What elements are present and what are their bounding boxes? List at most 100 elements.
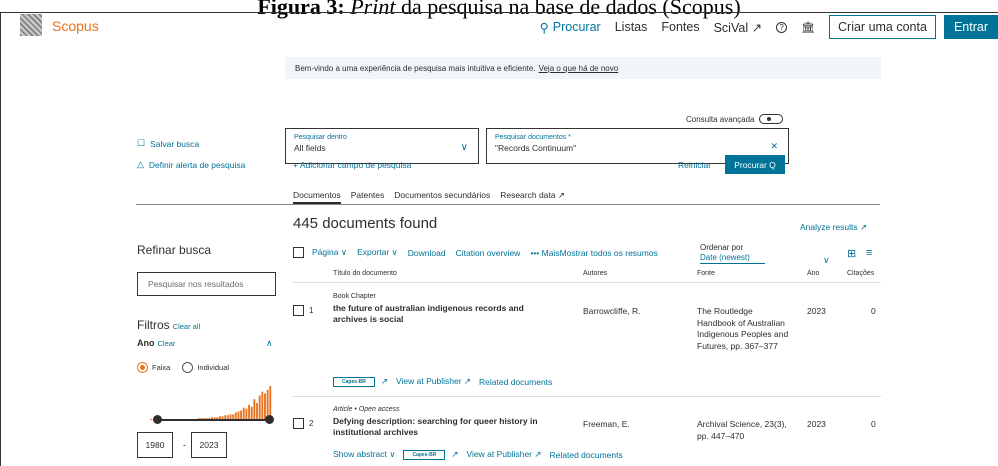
citation-count: 0	[871, 419, 876, 429]
related-documents-link[interactable]: Related documents	[479, 377, 552, 387]
sort-by[interactable]: Ordenar por Date (newest)	[700, 243, 765, 264]
histogram-bar	[256, 403, 258, 420]
row-number: 1	[309, 306, 314, 315]
year-filter-label: Ano Clear	[137, 338, 176, 348]
doc-title-link[interactable]: Defying description: searching for queer…	[333, 416, 555, 438]
year-to-input[interactable]: 2023	[191, 432, 227, 458]
filters-title: Filtros Clear all	[137, 318, 201, 332]
col-citations[interactable]: Citações	[847, 270, 874, 277]
nav-lists[interactable]: Listas	[615, 20, 648, 34]
row-checkbox[interactable]	[293, 305, 304, 316]
header-divider	[293, 282, 881, 283]
clear-all-link[interactable]: Clear all	[173, 322, 201, 331]
related-documents-link[interactable]: Related documents	[550, 450, 623, 460]
list-view-icon[interactable]: ≡	[866, 247, 872, 259]
scopus-brand[interactable]: Scopus	[52, 18, 99, 34]
col-authors[interactable]: Autores	[583, 270, 607, 277]
histogram-bar	[150, 419, 152, 420]
source-title[interactable]: Archival Science, 23(3), pp. 447–470	[697, 419, 797, 442]
refine-search-input[interactable]: Pesquisar nos resultados	[137, 272, 276, 296]
doc-type: Article • Open access	[333, 406, 400, 413]
result-tabs: Documentos Patentes Documentos secundári…	[293, 190, 575, 204]
row-links: Capes-BR ↗ View at Publisher ↗ Related d…	[333, 376, 560, 387]
show-all-abstracts[interactable]: Mostrar todos os resumos	[560, 248, 658, 258]
chevron-down-icon[interactable]: ∨	[823, 255, 830, 266]
create-account-button[interactable]: Criar uma conta	[829, 15, 936, 39]
year-histogram	[150, 386, 272, 420]
histogram-bar	[253, 399, 256, 420]
refine-title: Refinar busca	[137, 243, 212, 257]
whats-new-link[interactable]: Veja o que há de novo	[539, 64, 619, 73]
year-from-input[interactable]: 1980	[137, 432, 173, 458]
tab-research-data[interactable]: Research data ↗	[500, 190, 565, 204]
nav-scival[interactable]: SciVal ↗	[714, 20, 762, 35]
results-count: 445 documents found	[293, 215, 438, 232]
tab-patents[interactable]: Patentes	[351, 190, 385, 204]
year-mode-radios: Faixa Individual	[137, 362, 229, 373]
row-checkbox[interactable]	[293, 418, 304, 429]
divider	[136, 204, 880, 205]
author-link[interactable]: Freeman, E.	[583, 419, 630, 429]
help-icon[interactable]: ?	[776, 21, 788, 33]
row-number: 2	[309, 419, 314, 428]
doc-type: Book Chapter	[333, 293, 376, 300]
pub-year: 2023	[807, 306, 826, 316]
select-all-checkbox[interactable]	[293, 247, 304, 258]
add-field-link[interactable]: + Adicionar campo de pesquisa	[293, 160, 411, 170]
col-title[interactable]: Título do documento	[333, 270, 397, 277]
year-slider-track[interactable]	[157, 419, 269, 421]
source-title[interactable]: The Routledge Handbook of Australian Ind…	[697, 306, 789, 352]
view-at-publisher-link[interactable]: View at Publisher ↗	[466, 449, 541, 460]
search-icon: ⚲	[539, 20, 549, 35]
download-button[interactable]: Download	[408, 248, 446, 258]
search-within-select[interactable]: Pesquisar dentro All fields ∨	[285, 128, 479, 164]
nav-search[interactable]: ⚲ Procurar	[540, 20, 601, 35]
show-abstract-link[interactable]: Show abstract ∨	[333, 449, 395, 460]
col-year[interactable]: Ano	[807, 270, 819, 277]
top-nav: ⚲ Procurar Listas Fontes SciVal ↗ ? 🏛 Cri…	[540, 14, 998, 40]
export-menu[interactable]: Exportar ∨	[357, 247, 398, 258]
year-slider-start-handle[interactable]	[153, 415, 162, 424]
chevron-down-icon: ∨	[460, 142, 468, 153]
results-toolbar: Página ∨ Exportar ∨ Download Citation ov…	[293, 247, 668, 258]
col-source[interactable]: Fonte	[697, 270, 715, 277]
bookmark-icon: ☐	[137, 138, 146, 148]
year-range-dash: -	[183, 440, 186, 450]
login-button[interactable]: Entrar	[943, 15, 998, 39]
external-link-icon: ↗	[451, 449, 459, 459]
doc-title-link[interactable]: the future of australian indigenous reco…	[333, 303, 555, 325]
chevron-up-icon[interactable]: ∧	[266, 338, 273, 349]
external-link-icon: ↗	[380, 376, 389, 386]
citation-overview-button[interactable]: Citation overview	[456, 248, 521, 258]
save-search-link[interactable]: ☐ Salvar busca	[137, 138, 199, 149]
analyze-results-link[interactable]: Analyze results ↗	[800, 222, 867, 233]
bell-icon: △	[137, 159, 144, 169]
tab-secondary-documents[interactable]: Documentos secundários	[394, 190, 490, 204]
grid-view-icon[interactable]: ⊞	[847, 247, 856, 260]
reset-button[interactable]: Reiniciar	[678, 160, 711, 170]
pub-year: 2023	[807, 419, 826, 429]
histogram-bar	[248, 404, 250, 420]
advanced-toggle[interactable]	[758, 114, 783, 124]
nav-sources[interactable]: Fontes	[661, 20, 699, 34]
author-link[interactable]: Barrowcliffe, R.	[583, 306, 640, 316]
year-slider-end-handle[interactable]	[265, 415, 274, 424]
row-links: Show abstract ∨ Capes-BR ↗ View at Publi…	[333, 449, 631, 460]
page-menu[interactable]: Página ∨	[312, 247, 347, 258]
individual-radio[interactable]	[182, 362, 194, 373]
citation-count: 0	[871, 306, 876, 316]
more-menu[interactable]: ••• Mais	[530, 248, 559, 258]
clear-icon[interactable]: ✕	[770, 141, 778, 152]
search-alert-link[interactable]: △ Definir alerta de pesquisa	[137, 159, 245, 170]
capes-link[interactable]: Capes-BR	[403, 449, 446, 460]
capes-link[interactable]: Capes-BR	[333, 376, 375, 387]
range-radio[interactable]	[137, 362, 148, 373]
row-divider	[293, 396, 881, 397]
elsevier-logo	[20, 14, 42, 36]
tab-documents[interactable]: Documentos	[293, 190, 341, 204]
search-button[interactable]: Procurar Q	[725, 155, 785, 174]
year-clear-link[interactable]: Clear	[158, 339, 176, 348]
institution-icon[interactable]: 🏛	[801, 21, 815, 34]
advanced-search[interactable]: Consulta avançada	[686, 114, 783, 124]
view-at-publisher-link[interactable]: View at Publisher ↗	[396, 376, 471, 387]
